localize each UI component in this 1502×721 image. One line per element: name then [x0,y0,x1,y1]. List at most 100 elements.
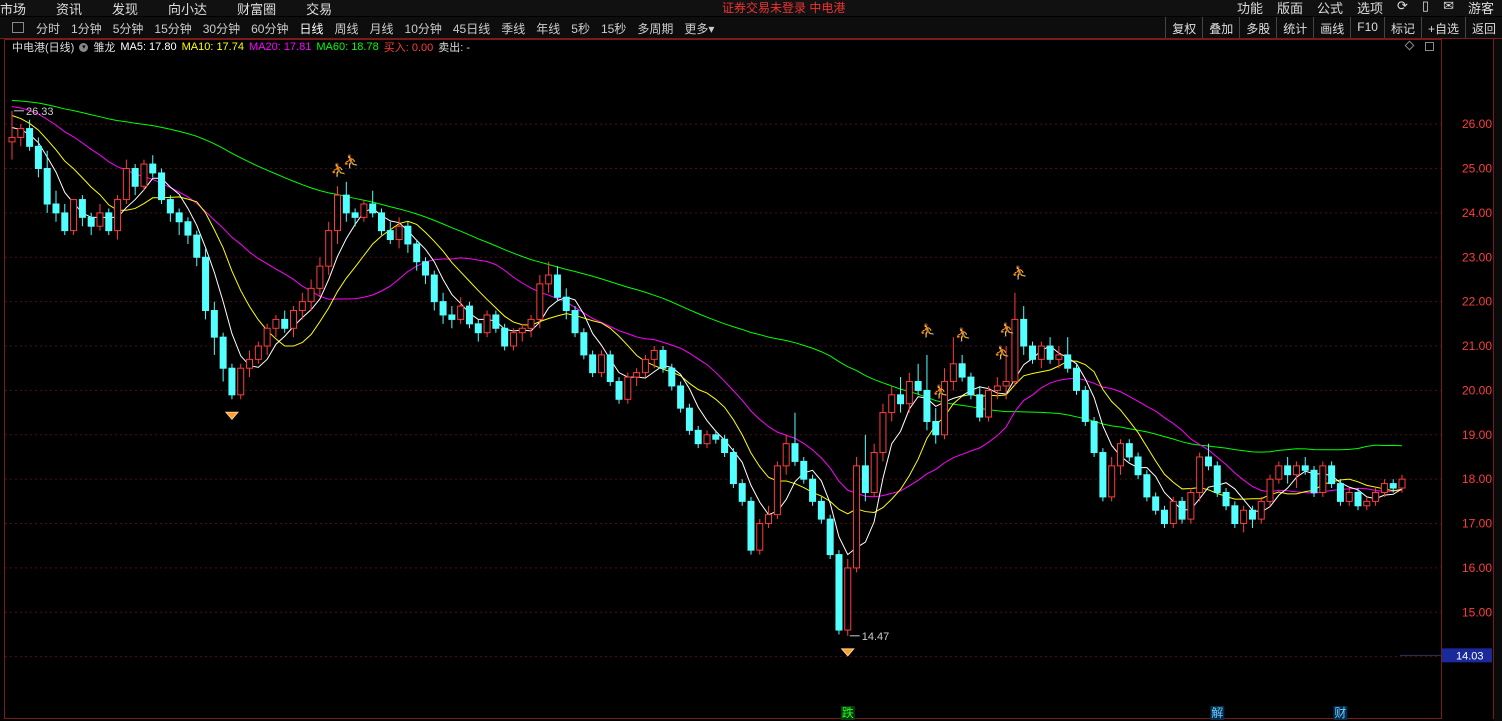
candle-body [122,168,130,201]
candle-body [1029,345,1037,360]
candle-body [281,318,289,329]
candle-body [351,212,359,218]
candle-body [580,332,588,356]
candle-body [1169,500,1177,525]
candle-body [166,199,174,214]
candle-body [254,345,262,360]
price-tick-label: 15.00 [1462,605,1492,619]
candle-body [421,261,429,276]
candle-body [1152,496,1160,511]
candle-body [668,367,676,387]
candle-body [685,407,693,431]
candle-body [993,385,1001,391]
candle-body [826,518,834,556]
candle-body [958,363,966,378]
candle-body [298,301,306,312]
candle-body [1301,465,1309,471]
candle-body [395,225,403,241]
running-man-icon: ⛹ [955,326,971,343]
candle-body [272,318,280,329]
running-man-icon: ⛹ [933,383,949,400]
candle-body [624,376,632,400]
candle-body [158,172,166,201]
candle-body [905,381,913,405]
candle-body [483,314,491,334]
candlestick-chart[interactable]: 26.00 25.00 24.00 23.00 22.00 21.00 20.00 19.00… [0,0,1502,721]
candle-body [703,434,711,445]
candle-body [1204,456,1212,467]
candle-body [861,465,869,493]
event-marker: 跌 [842,705,854,720]
candle-body [589,354,597,374]
candle-body [870,452,878,493]
candle-body [553,274,561,298]
running-man-icon: ⛹ [999,321,1015,338]
candle-body [465,305,473,325]
candle-body [237,367,245,396]
running-man-icon: ⛹ [994,344,1010,361]
running-man-icon: ⛹ [343,153,359,170]
price-tick-label: 25.00 [1462,162,1492,176]
candle-body [765,514,773,525]
candle-body [1284,465,1292,476]
candle-body [474,323,482,334]
candle-body [263,327,271,347]
candle-body [492,314,500,329]
candle-body [897,394,905,405]
candle-body [52,203,60,214]
low-price-label: 14.47 [862,631,890,643]
candle-body [1231,505,1239,525]
candle-body [1398,478,1406,489]
candle-body [1108,465,1116,498]
candle-body [1345,491,1353,502]
candle-body [377,212,385,232]
candle-body [1222,491,1230,507]
candle-body [1380,483,1388,493]
candle-body [509,332,517,347]
candle-body [782,443,790,467]
candle-body [34,145,42,170]
candle-body [659,349,667,369]
event-marker: 解 [1211,706,1223,720]
candle-body [738,483,746,502]
candle-body [1310,469,1318,493]
candle-body [721,438,729,454]
candle-body [114,199,122,232]
candle-body [290,310,298,329]
ma60-line [11,100,1403,453]
candle-body [817,500,825,520]
candle-body [1055,354,1063,360]
candle-body [615,381,623,400]
candle-body [1037,345,1045,360]
candle-body [853,465,861,569]
candle-body [747,500,755,551]
candle-body [773,465,781,516]
candle-body [1248,509,1256,520]
candle-body [334,194,342,232]
candle-body [1116,443,1124,467]
candle-body [562,296,570,312]
candle-body [694,429,702,445]
candle-body [175,212,183,223]
candle-body [369,203,377,214]
high-price-label: 26.33 [26,106,54,118]
candle-body [844,567,852,631]
candle-body [210,310,218,338]
candle-body [386,230,394,241]
price-tick-label: 19.00 [1462,428,1492,442]
candle-body [1363,500,1371,507]
candle-body [448,314,456,320]
candle-body [105,212,113,232]
candle-body [1354,491,1362,507]
candle-body [413,243,421,263]
candle-body [360,203,368,218]
price-tick-label: 16.00 [1462,561,1492,575]
candle-body [8,136,16,143]
candle-body [1072,367,1080,391]
candle-body [1143,474,1151,498]
candle-body [140,163,148,187]
candle-body [61,212,69,232]
candle-body [597,354,605,374]
candle-body [87,216,95,227]
candle-body [1178,500,1186,520]
